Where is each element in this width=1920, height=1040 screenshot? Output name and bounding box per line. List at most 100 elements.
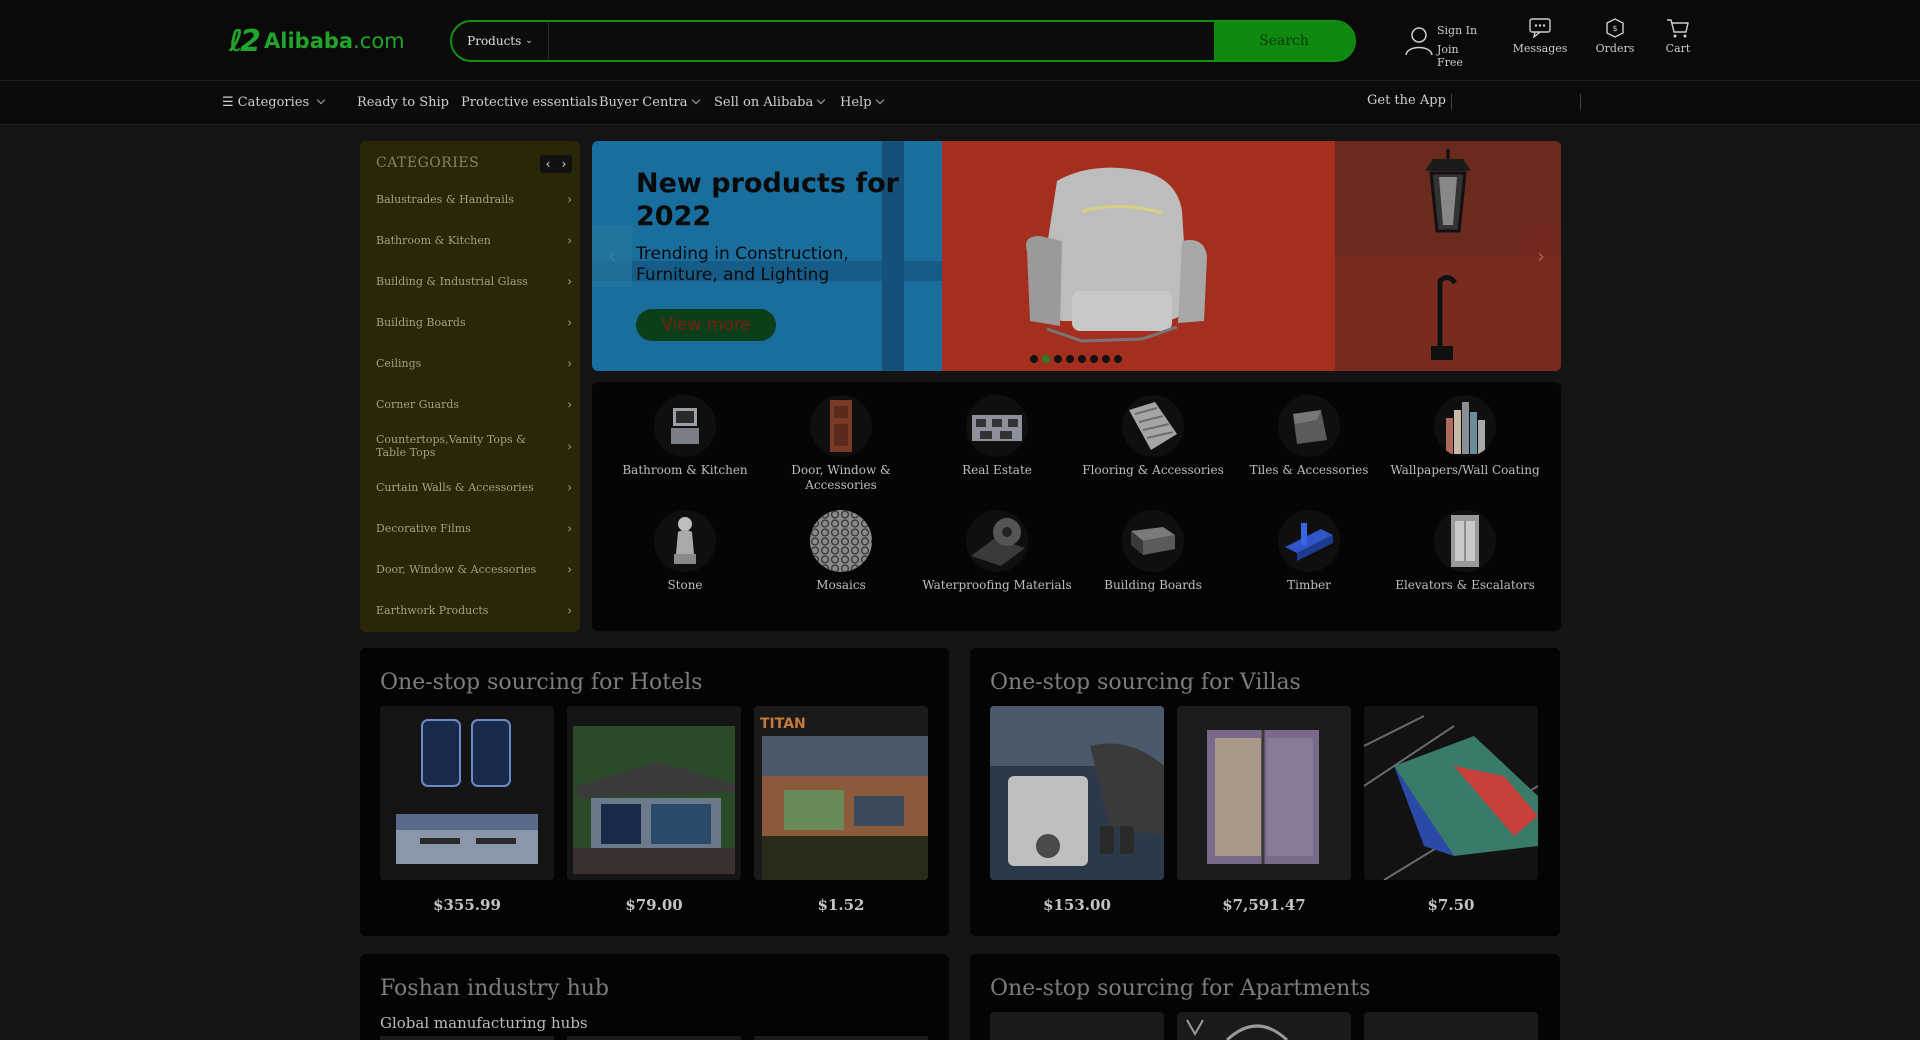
nav-sell-label: Sell on Alibaba [714,95,814,110]
tiles-icon [1278,395,1340,457]
product-card[interactable] [380,1036,554,1040]
bathroom-kitchen-icon [654,395,716,457]
cart-link[interactable]: Cart [1660,18,1696,55]
chevron-right-icon: › [567,356,572,371]
chevron-right-icon: › [567,439,572,454]
view-more-button[interactable]: View more [636,309,776,341]
product-card[interactable] [754,1036,928,1040]
sidebar-item-earthwork[interactable]: Earthwork Products › [376,604,572,618]
nav-help[interactable]: Help [840,95,884,110]
banner-dot[interactable] [1114,355,1122,363]
chevron-right-icon[interactable]: › [562,157,567,171]
get-the-app-link[interactable]: Get the App [1367,93,1446,108]
mosaic-icon [810,510,872,572]
sign-in-link[interactable]: Sign In [1437,24,1477,37]
banner-dot[interactable] [1102,355,1110,363]
category-elevators[interactable]: Elevators & Escalators [1387,510,1543,593]
banner-dot[interactable] [1054,355,1062,363]
sidebar-item-label: Curtain Walls & Accessories [376,481,534,494]
categories-menu[interactable]: ☰ Categories [222,95,326,110]
nav-buyer-centra[interactable]: Buyer Centra [599,95,700,110]
category-tiles[interactable]: Tiles & Accessories [1231,395,1387,478]
sidebar-item-building-boards[interactable]: Building Boards › [376,316,572,330]
product-card[interactable] [990,1012,1164,1040]
sidebar-pager: ‹ › [540,155,572,173]
product-card[interactable]: TITAN [754,706,928,880]
sidebar-item-curtain-walls[interactable]: Curtain Walls & Accessories › [376,481,572,495]
banner-subline: Trending in Construction, Furniture, and… [636,244,849,285]
category-stone[interactable]: Stone [607,510,763,593]
messages-label: Messages [1512,42,1568,55]
user-icon [1405,27,1433,56]
chevron-left-icon[interactable]: ‹ [546,157,551,171]
section-subtitle: Global manufacturing hubs [380,1014,588,1032]
section-title[interactable]: Foshan industry hub [380,976,609,1001]
category-label: Door, Window & Accessories [791,463,891,492]
sidebar-item-countertops[interactable]: Countertops,Vanity Tops & Table Tops › [376,433,572,461]
sidebar-item-bathroom-kitchen[interactable]: Bathroom & Kitchen › [376,234,572,248]
category-label: Bathroom & Kitchen [622,463,748,477]
logo-mark: ℓ2 [229,23,261,59]
category-timber[interactable]: Timber [1231,510,1387,593]
product-card[interactable] [1364,1012,1538,1040]
product-card[interactable] [990,706,1164,880]
banner-dot[interactable] [1090,355,1098,363]
chevron-right-icon: › [567,315,572,330]
sidebar-item-building-glass[interactable]: Building & Industrial Glass › [376,275,572,289]
product-card[interactable] [1364,706,1538,880]
category-bathroom-kitchen[interactable]: Bathroom & Kitchen [607,395,763,478]
banner-dot[interactable] [1030,355,1038,363]
top-header: ℓ2 Alibaba.com Products ⌄ Search Sign In… [0,0,1920,80]
foshan-section: Foshan industry hub Global manufacturing… [360,954,949,1040]
apartments-section: One-stop sourcing for Apartments [970,954,1560,1040]
product-card[interactable] [380,706,554,880]
alibaba-logo[interactable]: ℓ2 Alibaba.com [229,23,405,59]
join-free-link[interactable]: Join Free [1437,43,1483,69]
category-label: Real Estate [962,463,1032,477]
brand-label: TITAN [760,716,806,732]
sidebar-item-corner-guards[interactable]: Corner Guards › [376,398,572,412]
logo-suffix: .com [353,29,405,53]
product-card[interactable] [567,706,741,880]
search-category-select[interactable]: Products ⌄ [452,22,549,60]
category-flooring[interactable]: Flooring & Accessories [1075,395,1231,478]
banner-dot[interactable] [1066,355,1074,363]
category-door-window[interactable]: Door, Window & Accessories [763,395,919,493]
nav-sell-on-alibaba[interactable]: Sell on Alibaba [714,95,826,110]
sidebar-item-decorative-films[interactable]: Decorative Films › [376,522,572,536]
category-mosaics[interactable]: Mosaics [763,510,919,593]
banner-next-button[interactable]: › [1521,225,1561,287]
hotels-section: One-stop sourcing for Hotels TITAN $355.… [360,648,949,936]
product-card[interactable] [1177,706,1351,880]
sidebar-item-door-window[interactable]: Door, Window & Accessories › [376,563,572,577]
nav-protective-essentials[interactable]: Protective essentials [461,95,598,110]
product-card[interactable] [1177,1012,1351,1040]
category-real-estate[interactable]: Real Estate [919,395,1075,478]
timber-icon [1278,510,1340,572]
banner-dot-active[interactable] [1042,355,1050,363]
real-estate-icon [966,395,1028,457]
sidebar-item-ceilings[interactable]: Ceilings › [376,357,572,371]
category-label: Mosaics [816,578,866,592]
section-title[interactable]: One-stop sourcing for Villas [990,670,1301,695]
promo-banner[interactable]: New products for 2022 Trending in Constr… [592,141,1561,371]
search-input[interactable] [550,22,1216,60]
section-title[interactable]: One-stop sourcing for Hotels [380,670,702,695]
product-card[interactable] [567,1036,741,1040]
sidebar-item-label: Ceilings [376,357,422,370]
search-button[interactable]: Search [1214,22,1354,60]
sidebar-item-balustrades[interactable]: Balustrades & Handrails › [376,193,572,207]
category-label: Timber [1287,578,1331,592]
orders-link[interactable]: $ Orders [1592,18,1638,55]
section-title[interactable]: One-stop sourcing for Apartments [990,976,1370,1001]
category-building-boards[interactable]: Building Boards [1075,510,1231,593]
account-signin[interactable]: Sign In Join Free [1403,22,1483,69]
chevron-left-icon: ‹ [608,244,616,268]
category-waterproofing[interactable]: Waterproofing Materials [919,510,1075,593]
category-wallpapers[interactable]: Wallpapers/Wall Coating [1387,395,1543,478]
sidebar-item-label: Countertops,Vanity Tops & Table Tops [376,433,526,459]
messages-link[interactable]: Messages [1510,18,1570,55]
banner-prev-button[interactable]: ‹ [592,225,632,287]
nav-ready-to-ship[interactable]: Ready to Ship [357,95,449,110]
banner-dot[interactable] [1078,355,1086,363]
